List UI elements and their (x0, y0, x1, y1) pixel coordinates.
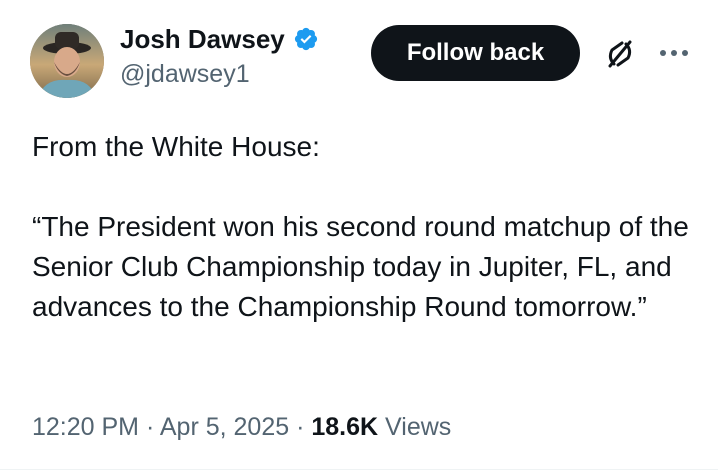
tweet-meta: 12:20 PM · Apr 5, 2025 · 18.6K Views (32, 413, 451, 442)
views-count[interactable]: 18.6K (311, 413, 378, 441)
tweet-time[interactable]: 12:20 PM (32, 413, 139, 441)
meta-separator: · (145, 413, 155, 441)
author-handle[interactable]: @jdawsey1 (120, 58, 319, 90)
verified-badge-icon[interactable] (293, 26, 319, 52)
avatar[interactable] (30, 24, 104, 98)
meta-separator: · (296, 413, 305, 441)
follow-back-button[interactable]: Follow back (371, 25, 580, 81)
author-name[interactable]: Josh Dawsey (120, 22, 285, 56)
more-options-icon[interactable] (656, 38, 692, 68)
grok-icon[interactable] (604, 38, 636, 70)
name-row: Josh Dawsey (120, 22, 319, 56)
tweet-date[interactable]: Apr 5, 2025 (160, 413, 289, 441)
avatar-image (30, 24, 104, 98)
views-label: Views (385, 413, 452, 441)
tweet-card: Josh Dawsey @jdawsey1 Follow back From t… (0, 0, 718, 470)
user-info: Josh Dawsey @jdawsey1 (120, 22, 319, 90)
tweet-text: From the White House: “The President won… (32, 131, 689, 322)
